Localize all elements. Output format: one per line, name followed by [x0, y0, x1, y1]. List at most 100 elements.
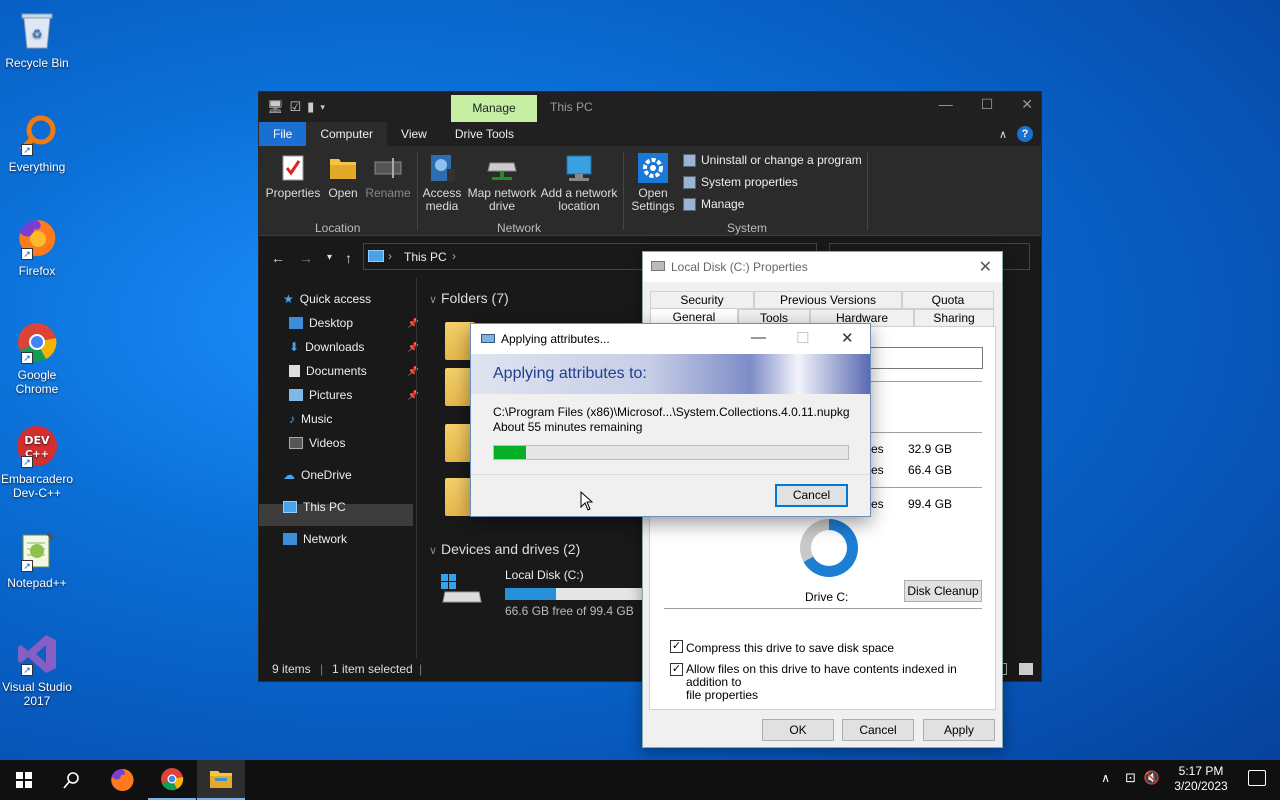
map-network-drive-button[interactable]: Map network drive: [465, 152, 539, 213]
search-button[interactable]: [48, 760, 96, 800]
drive-item-c[interactable]: Local Disk (C:) 66.6 GB free of 99.4 GB: [439, 568, 661, 618]
pin-icon[interactable]: 📌: [408, 390, 419, 401]
firefox-icon: [111, 768, 134, 791]
nav-label: Pictures: [309, 388, 353, 402]
ok-button[interactable]: OK: [762, 719, 834, 741]
pin-icon[interactable]: 📌: [408, 342, 419, 353]
uninstall-program-button[interactable]: Uninstall or change a program: [683, 153, 862, 167]
tab-security[interactable]: Security: [650, 291, 754, 309]
volume-muted-icon[interactable]: 🔇: [1144, 770, 1160, 786]
help-icon[interactable]: ?: [1017, 126, 1033, 142]
rename-icon: [372, 152, 404, 184]
desktop-icon-everything[interactable]: ↗ Everything: [0, 112, 74, 174]
tab-quota[interactable]: Quota: [902, 291, 994, 309]
firefox-icon: ↗: [15, 216, 59, 260]
explorer-titlebar[interactable]: 🖥 ☑ ▮ ▾ Manage This PC — ☐ ✕: [259, 92, 1041, 122]
properties-titlebar[interactable]: Local Disk (C:) Properties ✕: [643, 252, 1002, 282]
system-properties-button[interactable]: System properties: [683, 175, 798, 189]
shortcut-arrow-icon: ↗: [21, 560, 33, 572]
chevron-up-icon[interactable]: ∧: [1101, 771, 1110, 785]
index-label-line: file properties: [686, 688, 759, 702]
recent-chevron-icon[interactable]: ▾: [327, 252, 332, 263]
devices-section-header[interactable]: ∨ Devices and drives (2): [429, 541, 580, 557]
start-button[interactable]: [0, 760, 48, 800]
tab-previous-versions[interactable]: Previous Versions: [754, 291, 902, 309]
open-button[interactable]: Open: [325, 152, 361, 200]
computer-icon[interactable]: 🖥: [267, 99, 284, 115]
compress-checkbox[interactable]: ✓: [670, 640, 683, 653]
recycle-bin-icon: ♻: [15, 8, 59, 52]
large-icons-view-icon[interactable]: [1019, 663, 1033, 675]
forward-arrow-icon[interactable]: →: [299, 250, 313, 266]
taskbar-firefox[interactable]: [98, 760, 146, 800]
network-tray-icon[interactable]: ⊡: [1125, 770, 1136, 786]
cancel-button[interactable]: Cancel: [842, 719, 914, 741]
close-button[interactable]: ✕: [841, 329, 854, 347]
apply-titlebar[interactable]: Applying attributes... — ☐ ✕: [471, 324, 870, 354]
desktop-icon-google-chrome[interactable]: ↗ Google Chrome: [0, 320, 74, 396]
disk-cleanup-button[interactable]: Disk Cleanup: [904, 580, 982, 602]
access-media-label: Access media: [422, 186, 462, 213]
nav-videos[interactable]: Videos: [289, 436, 419, 450]
nav-this-pc[interactable]: This PC: [283, 500, 413, 514]
clock[interactable]: 5:17 PM 3/20/2023: [1166, 764, 1236, 794]
breadcrumb-this-pc[interactable]: This PC: [404, 250, 447, 264]
access-media-button[interactable]: Access media: [421, 152, 463, 213]
folders-section-header[interactable]: ∨ Folders (7): [429, 290, 509, 306]
desktop-icon-notepadpp[interactable]: ↗ Notepad++: [0, 528, 74, 590]
magnifier-icon: ↗: [15, 112, 59, 156]
taskbar-file-explorer[interactable]: [197, 760, 245, 800]
nav-downloads[interactable]: ⬇ Downloads 📌: [289, 340, 419, 354]
nav-onedrive[interactable]: ☁ OneDrive: [283, 468, 413, 482]
desktop-icon-devcpp[interactable]: DEV C++ ↗ Embarcadero Dev-C++: [0, 424, 74, 500]
drive-icon: [651, 261, 665, 271]
tab-file[interactable]: File: [259, 122, 307, 146]
nav-network[interactable]: Network: [283, 532, 413, 546]
maximize-button[interactable]: ☐: [981, 96, 994, 113]
volume-label-input[interactable]: [870, 347, 983, 369]
cloud-icon: ☁: [283, 468, 295, 482]
pin-icon[interactable]: 📌: [408, 318, 419, 329]
desktop-icon-firefox[interactable]: ↗ Firefox: [0, 216, 74, 278]
tab-view[interactable]: View: [387, 122, 441, 146]
pin-icon[interactable]: 📌: [408, 366, 419, 377]
nav-documents[interactable]: Documents 📌: [289, 364, 419, 378]
desktop-icon-label: Recycle Bin: [5, 56, 69, 70]
desktop-icon-recycle-bin[interactable]: ♻ Recycle Bin: [0, 8, 74, 70]
properties-check-icon[interactable]: ☑: [290, 99, 302, 115]
tab-computer[interactable]: Computer: [306, 122, 388, 146]
manage-button[interactable]: Manage: [683, 197, 744, 211]
add-network-location-button[interactable]: Add a network location: [539, 152, 619, 213]
close-icon[interactable]: ✕: [979, 257, 992, 277]
tab-sharing[interactable]: Sharing: [914, 309, 994, 327]
up-arrow-icon[interactable]: ↑: [345, 250, 352, 266]
new-folder-icon[interactable]: ▮: [307, 99, 314, 115]
drive-usage-fill: [505, 588, 557, 600]
clock-time: 5:17 PM: [1178, 764, 1224, 778]
taskbar-chrome[interactable]: [148, 760, 196, 800]
nav-desktop[interactable]: Desktop 📌: [289, 316, 419, 330]
nav-label: Downloads: [305, 340, 365, 354]
minimize-button[interactable]: —: [939, 96, 953, 113]
rename-button[interactable]: Rename: [365, 152, 411, 200]
quick-access-toolbar: 🖥 ☑ ▮ ▾: [267, 99, 325, 115]
document-icon: [289, 365, 300, 377]
nav-music[interactable]: ♪ Music: [289, 412, 419, 426]
manage-contextual-tab[interactable]: Manage: [451, 95, 537, 122]
open-settings-button[interactable]: Open Settings: [629, 152, 677, 213]
apply-banner: Applying attributes to:: [471, 354, 870, 394]
close-button[interactable]: ✕: [1021, 96, 1033, 113]
index-checkbox[interactable]: ✓: [670, 663, 683, 676]
desktop-icon-visual-studio[interactable]: ↗ Visual Studio 2017: [0, 632, 74, 708]
properties-button[interactable]: Properties: [265, 152, 321, 200]
chevron-down-icon[interactable]: ▾: [320, 102, 325, 113]
back-arrow-icon[interactable]: ←: [271, 250, 285, 266]
apply-cancel-button[interactable]: Cancel: [775, 484, 848, 507]
tab-drive-tools[interactable]: Drive Tools: [441, 122, 528, 146]
minimize-button[interactable]: —: [751, 329, 766, 346]
apply-button[interactable]: Apply: [923, 719, 995, 741]
nav-pictures[interactable]: Pictures 📌: [289, 388, 419, 402]
collapse-ribbon-icon[interactable]: ∧: [999, 128, 1007, 141]
nav-quick-access[interactable]: ★ Quick access: [283, 292, 413, 306]
notification-center-icon[interactable]: [1248, 770, 1266, 786]
